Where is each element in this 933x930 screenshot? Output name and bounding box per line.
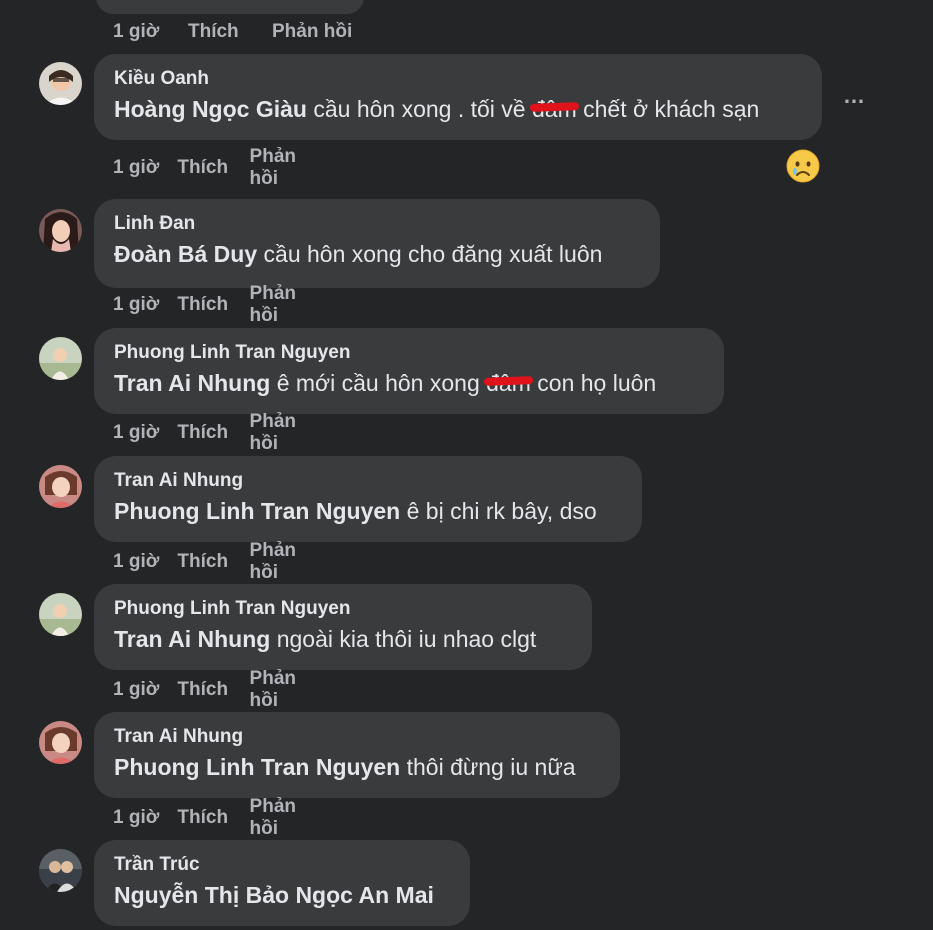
comment-text-part: chết ở khách sạn xyxy=(576,96,760,122)
comment-actions: 1 giờ Thích Phản hồi xyxy=(113,796,318,839)
avatar[interactable] xyxy=(39,465,82,508)
comment-time[interactable]: 1 giờ xyxy=(113,422,177,444)
comment-bubble: Trần Trúc Nguyễn Thị Bảo Ngọc An Mai xyxy=(94,840,470,926)
comment-time[interactable]: 1 giờ xyxy=(113,807,177,829)
comment-text-part: cầu hôn xong cho đăng xuất luôn xyxy=(257,241,603,267)
like-button[interactable]: Thích xyxy=(177,294,249,316)
comment-actions: 1 giờ Thích Phản hồi xyxy=(113,540,318,583)
reply-button[interactable]: Phản hồi xyxy=(250,146,319,190)
comment-actions: 1 giờ Thích Phản hồi xyxy=(113,668,318,711)
avatar[interactable] xyxy=(39,209,82,252)
like-button[interactable]: Thích xyxy=(177,422,249,444)
reply-button[interactable]: Phản hồi xyxy=(250,283,319,327)
previous-comment-actions: 1 giờ Thích Phản hồi xyxy=(113,20,352,44)
reply-button[interactable]: Phản hồi xyxy=(250,796,319,840)
comment-bubble: Phuong Linh Tran Nguyen Tran Ai Nhung ê … xyxy=(94,328,724,414)
comment-author[interactable]: Trần Trúc xyxy=(114,854,450,876)
comment-actions: 1 giờ Thích Phản hồi xyxy=(113,146,318,189)
censor-scribble xyxy=(529,102,579,112)
avatar[interactable] xyxy=(39,849,82,892)
censored-word: đâm xyxy=(484,368,534,398)
like-button[interactable]: Thích xyxy=(177,679,249,701)
avatar[interactable] xyxy=(39,593,82,636)
comment-time[interactable]: 1 giờ xyxy=(113,551,177,573)
reply-button[interactable]: Phản hồi xyxy=(272,21,352,43)
comment-text: Tran Ai Nhung ngoài kia thôi iu nhao clg… xyxy=(114,624,572,654)
comment-bubble: Kiều Oanh Hoàng Ngọc Giàu cầu hôn xong .… xyxy=(94,54,822,140)
comment-actions: 1 giờ Thích Phản hồi xyxy=(113,411,318,454)
avatar[interactable] xyxy=(39,62,82,105)
like-button[interactable]: Thích xyxy=(177,807,249,829)
comment-time[interactable]: 1 giờ xyxy=(113,21,188,43)
comment-author[interactable]: Tran Ai Nhung xyxy=(114,726,600,748)
comment-text: Tran Ai Nhung ê mới cầu hôn xong đâm con… xyxy=(114,368,704,398)
comment-text: Nguyễn Thị Bảo Ngọc An Mai xyxy=(114,880,450,910)
reply-button[interactable]: Phản hồi xyxy=(250,540,319,584)
comment-author[interactable]: Phuong Linh Tran Nguyen xyxy=(114,598,572,620)
comment-text-part: ê mới cầu hôn xong xyxy=(270,370,487,396)
comment-text-part: thôi đừng iu nữa xyxy=(400,754,576,780)
like-button[interactable]: Thích xyxy=(177,551,249,573)
comment-author[interactable]: Phuong Linh Tran Nguyen xyxy=(114,342,704,364)
comment-text: Phuong Linh Tran Nguyen thôi đừng iu nữa xyxy=(114,752,600,782)
comment-text-part: con họ luôn xyxy=(530,370,657,396)
comment-text-part: ngoài kia thôi iu nhao clgt xyxy=(270,626,537,652)
comment-bubble: Tran Ai Nhung Phuong Linh Tran Nguyen ê … xyxy=(94,456,642,542)
censor-scribble xyxy=(484,376,534,386)
comment-bubble: Linh Đan Đoàn Bá Duy cầu hôn xong cho đă… xyxy=(94,199,660,288)
comment-text-part: cầu hôn xong . tối về xyxy=(306,96,532,122)
comment-actions: 1 giờ Thích Phản hồi xyxy=(113,283,318,326)
comment-bubble: Phuong Linh Tran Nguyen Tran Ai Nhung ng… xyxy=(94,584,592,670)
mention-link[interactable]: Hoàng Ngọc Giàu xyxy=(114,96,307,122)
more-options-icon[interactable]: … xyxy=(843,85,866,107)
comment-text: Đoàn Bá Duy cầu hôn xong cho đăng xuất l… xyxy=(114,239,640,269)
comment-time[interactable]: 1 giờ xyxy=(113,294,177,316)
mention-link[interactable]: Tran Ai Nhung xyxy=(114,370,270,396)
comment-author[interactable]: Kiều Oanh xyxy=(114,68,802,90)
avatar[interactable] xyxy=(39,337,82,380)
comment-text-part: ê bị chi rk bây, dso xyxy=(400,498,597,524)
avatar[interactable] xyxy=(39,721,82,764)
comment-author[interactable]: Linh Đan xyxy=(114,213,640,235)
comment-text: Hoàng Ngọc Giàu cầu hôn xong . tối về đâ… xyxy=(114,94,802,124)
reply-button[interactable]: Phản hồi xyxy=(250,411,319,455)
comment-time[interactable]: 1 giờ xyxy=(113,157,177,179)
comment-bubble: Tran Ai Nhung Phuong Linh Tran Nguyen th… xyxy=(94,712,620,798)
previous-comment-bubble xyxy=(96,0,364,14)
mention-link[interactable]: Phuong Linh Tran Nguyen xyxy=(114,754,400,780)
like-button[interactable]: Thích xyxy=(177,157,249,179)
like-button[interactable]: Thích xyxy=(188,21,272,43)
reply-button[interactable]: Phản hồi xyxy=(250,668,319,712)
mention-link[interactable]: Đoàn Bá Duy xyxy=(114,241,257,267)
comment-author[interactable]: Tran Ai Nhung xyxy=(114,470,622,492)
comment-text: Phuong Linh Tran Nguyen ê bị chi rk bây,… xyxy=(114,496,622,526)
mention-link[interactable]: Tran Ai Nhung xyxy=(114,626,270,652)
sad-face-icon[interactable] xyxy=(786,149,820,183)
mention-link[interactable]: Phuong Linh Tran Nguyen xyxy=(114,498,400,524)
censored-word: đâm xyxy=(529,94,579,124)
mention-link[interactable]: Nguyễn Thị Bảo Ngọc An Mai xyxy=(114,882,434,908)
comment-time[interactable]: 1 giờ xyxy=(113,679,177,701)
